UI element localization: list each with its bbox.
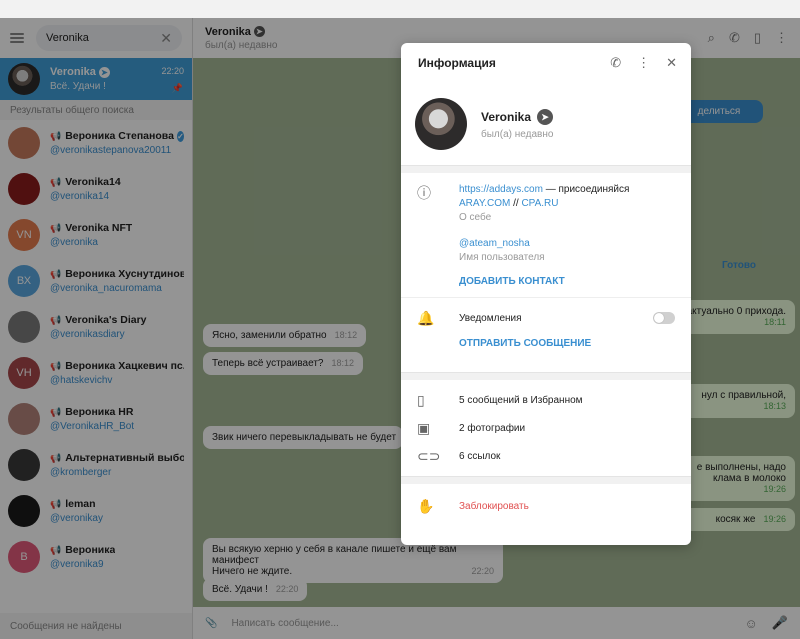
info-icon: ⓘ: [417, 185, 431, 201]
saved-messages-row[interactable]: ▯ 5 сообщений в Избранном: [401, 386, 691, 414]
send-message-button[interactable]: ОТПРАВИТЬ СООБЩЕНИЕ: [459, 338, 591, 349]
notifications-toggle[interactable]: [653, 312, 675, 324]
block-button[interactable]: Заблокировать: [459, 501, 675, 512]
notifications-row[interactable]: 🔔 Уведомления: [401, 298, 691, 338]
window-top-strip: [0, 0, 800, 18]
links-row[interactable]: ⊂⊃ 6 ссылок: [401, 442, 691, 470]
profile-block: Veronika ➤ был(а) недавно: [401, 83, 691, 165]
photos-label: 2 фотографии: [459, 422, 526, 434]
photo-icon: ▣: [417, 419, 431, 436]
modal-title: Информация: [418, 56, 496, 70]
avatar[interactable]: [415, 98, 467, 150]
divider: [401, 165, 691, 173]
block-row[interactable]: ✋ Заблокировать: [401, 484, 691, 528]
bell-icon: 🔔: [417, 309, 435, 326]
bio-link-aray[interactable]: ARAY.COM: [459, 198, 510, 209]
profile-status: был(а) недавно: [481, 128, 554, 140]
divider: [401, 476, 691, 484]
bio-separator: //: [510, 198, 522, 209]
channel-badge-icon: ➤: [537, 108, 554, 125]
bio-link-cpa[interactable]: CPA.RU: [521, 198, 558, 209]
username-caption: Имя пользователя: [459, 252, 545, 263]
links-label: 6 ссылок: [459, 450, 501, 462]
bio-caption: О себе: [459, 212, 492, 223]
user-info-modal: Информация ✆ ⋮ ✕ Veronika ➤ был(а) недавн…: [401, 43, 691, 545]
hand-block-icon: ✋: [417, 497, 435, 514]
add-contact-button[interactable]: ДОБАВИТЬ КОНТАКТ: [459, 275, 675, 289]
notifications-label: Уведомления: [459, 312, 522, 324]
saved-messages-label: 5 сообщений в Избранном: [459, 394, 583, 406]
photos-row[interactable]: ▣ 2 фотографии: [401, 414, 691, 442]
about-section: ⓘ https://addays.com — присоединяйся ARA…: [401, 173, 691, 297]
modal-header: Информация ✆ ⋮ ✕: [401, 43, 691, 83]
username-link[interactable]: @ateam_nosha: [459, 237, 675, 251]
bio-link[interactable]: https://addays.com: [459, 184, 543, 195]
link-icon: ⊂⊃: [417, 447, 441, 464]
bookmark-icon: ▯: [417, 391, 425, 408]
more-icon[interactable]: ⋮: [637, 55, 650, 71]
profile-name: Veronika: [481, 109, 532, 124]
phone-icon[interactable]: ✆: [610, 55, 621, 71]
close-icon[interactable]: ✕: [666, 55, 677, 71]
bio-text: — присоединяйся: [542, 184, 630, 195]
divider: [401, 372, 691, 380]
